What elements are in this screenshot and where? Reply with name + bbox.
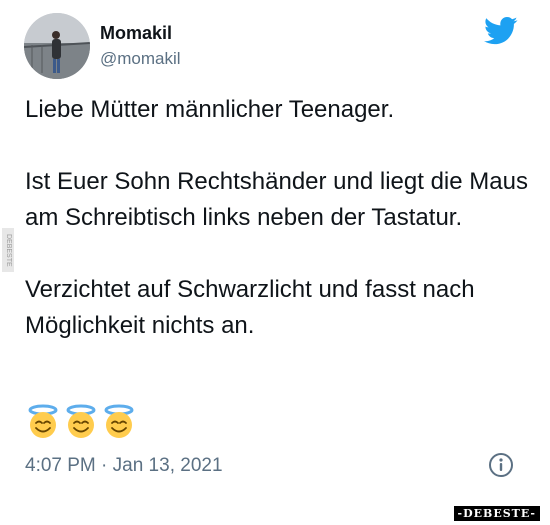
side-watermark-tag: DEBESTE bbox=[2, 228, 14, 272]
display-name[interactable]: Momakil bbox=[100, 23, 172, 44]
halo-smiley-icon bbox=[28, 404, 58, 438]
emoji-row bbox=[26, 404, 136, 440]
tweet-card: Momakil @momakil Liebe Mütter männlicher… bbox=[0, 0, 550, 505]
user-handle[interactable]: @momakil bbox=[100, 49, 181, 69]
tweet-timestamp[interactable]: 4:07 PM · Jan 13, 2021 bbox=[25, 455, 223, 477]
tweet-paragraph-3: Verzichtet auf Schwarzlicht und fasst na… bbox=[25, 276, 475, 339]
watermark: -DEBESTE- bbox=[453, 506, 540, 521]
info-icon[interactable] bbox=[488, 452, 514, 478]
halo-smiley-icon bbox=[66, 404, 96, 438]
tweet-paragraph-2: Ist Euer Sohn Rechtshänder und liegt die… bbox=[25, 168, 528, 231]
tweet-text: Liebe Mütter männlicher Teenager. Ist Eu… bbox=[25, 92, 530, 344]
avatar-photo bbox=[24, 13, 90, 79]
twitter-bird-icon[interactable] bbox=[484, 16, 518, 46]
tweet-paragraph-1: Liebe Mütter männlicher Teenager. bbox=[25, 96, 395, 123]
avatar[interactable] bbox=[24, 13, 90, 79]
halo-smiley-icon bbox=[104, 404, 134, 438]
